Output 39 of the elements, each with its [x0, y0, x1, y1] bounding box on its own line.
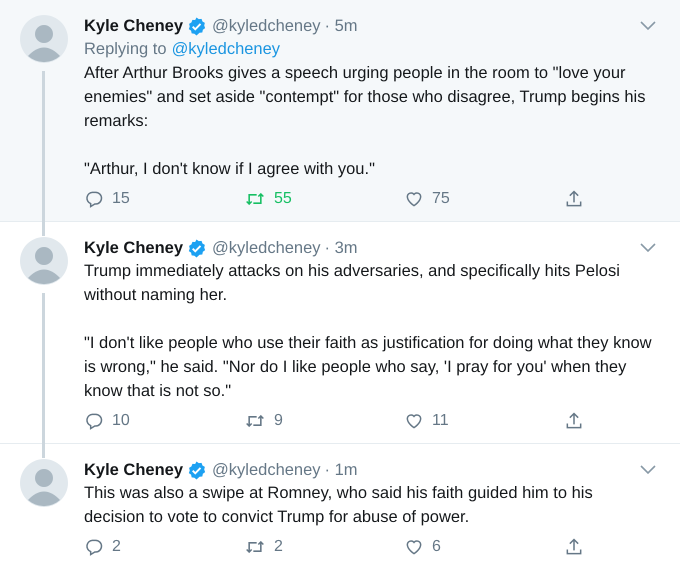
- author-name[interactable]: Kyle Cheney: [84, 237, 184, 259]
- author-handle[interactable]: @kyledcheney: [212, 237, 321, 259]
- replying-label: Replying to: [84, 40, 167, 58]
- tweet-text: Trump immediately attacks on his adversaries, and specifically hits Pelosi without naming her.: [84, 261, 621, 306]
- reply-icon: [84, 411, 104, 431]
- share-icon[interactable]: [564, 537, 584, 557]
- share-icon[interactable]: [564, 189, 584, 209]
- author-handle[interactable]: @kyledcheney: [212, 15, 321, 37]
- tweet-time[interactable]: · 3m: [324, 237, 358, 259]
- tweet-time[interactable]: · 1m: [324, 459, 358, 481]
- share-icon[interactable]: [564, 411, 584, 431]
- avatar-icon[interactable]: [20, 459, 68, 507]
- caret-icon[interactable]: [640, 465, 656, 475]
- heart-icon: [404, 189, 424, 209]
- reply-button[interactable]: 15: [84, 189, 244, 209]
- tweet-time[interactable]: · 5m: [324, 15, 358, 37]
- replying-link[interactable]: @kyledcheney: [172, 40, 280, 58]
- tweet-text: After Arthur Brooks gives a speech urging people in the room to "love your enemies" and set aside "contempt" for those who disagree, Trump begins his remarks:: [84, 63, 646, 132]
- reply-icon: [84, 189, 104, 209]
- like-button[interactable]: 11: [404, 411, 564, 431]
- reply-button[interactable]: 10: [84, 411, 244, 431]
- avatar-icon[interactable]: [20, 15, 68, 63]
- caret-icon[interactable]: [640, 21, 656, 31]
- heart-icon: [404, 411, 424, 431]
- author-name[interactable]: Kyle Cheney: [84, 459, 184, 481]
- avatar-icon[interactable]: [20, 237, 68, 285]
- author-name[interactable]: Kyle Cheney: [84, 15, 184, 37]
- tweet-text: This was also a swipe at Romney, who said his faith guided him to his decision to vote to convict Trump for abuse of power.: [84, 483, 594, 528]
- like-button[interactable]: 75: [404, 189, 564, 209]
- heart-icon: [404, 537, 424, 557]
- retweet-button[interactable]: 9: [244, 411, 404, 431]
- author-handle[interactable]: @kyledcheney: [212, 459, 321, 481]
- caret-icon[interactable]: [640, 243, 656, 253]
- tweet-text: "Arthur, I don't know if I agree with you.": [84, 159, 376, 180]
- like-button[interactable]: 6: [404, 537, 564, 557]
- retweet-button[interactable]: 2: [244, 537, 404, 557]
- reply-icon: [84, 537, 104, 557]
- reply-button[interactable]: 2: [84, 537, 244, 557]
- tweet-text: "I don't like people who use their faith as justification for doing what they know is wrong," he said. "Nor do I like people who say, 'I pray for you' when they know that is not so.": [84, 333, 653, 402]
